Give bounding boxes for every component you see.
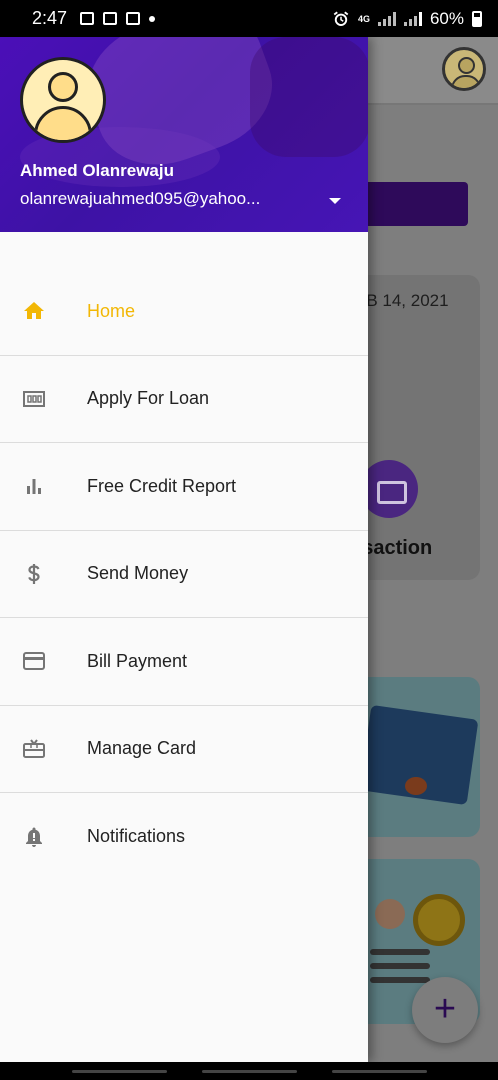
- money-icon: [23, 390, 45, 407]
- system-navigation-bar: [0, 1062, 498, 1080]
- background-date: EB 14, 2021: [355, 291, 449, 310]
- drawer-menu: Home Apply For Loan Free Credit Report S…: [0, 268, 368, 881]
- tv-notification-icon: [126, 12, 141, 25]
- nav-recent-button[interactable]: [72, 1070, 167, 1073]
- network-type: 4G: [357, 13, 370, 24]
- battery-icon: [472, 10, 482, 27]
- menu-item-label: Apply For Loan: [87, 388, 210, 409]
- person-illustration-icon: [375, 899, 405, 929]
- background-avatar-icon: [442, 47, 486, 91]
- alarm-icon: [333, 11, 349, 26]
- menu-item-label: Notifications: [87, 826, 186, 847]
- bar-chart-icon: [27, 479, 41, 495]
- menu-item-bill-payment[interactable]: Bill Payment: [0, 618, 368, 706]
- home-icon: [24, 302, 44, 320]
- header-background-image: [250, 37, 368, 157]
- text-line-decoration: [370, 977, 430, 983]
- menu-item-label: Home: [87, 300, 136, 321]
- menu-item-label: Send Money: [87, 563, 189, 584]
- menu-item-label: Free Credit Report: [87, 475, 237, 496]
- nav-home-button[interactable]: [202, 1070, 297, 1073]
- menu-item-label: Bill Payment: [87, 650, 188, 671]
- background-card-icon: [360, 460, 418, 518]
- menu-item-label: Manage Card: [87, 738, 197, 759]
- background-add-button: +: [412, 977, 478, 1043]
- status-left: 2:47: [32, 8, 156, 29]
- user-name: Ahmed Olanrewaju: [20, 161, 174, 180]
- menu-item-apply-for-loan[interactable]: Apply For Loan: [0, 356, 368, 443]
- menu-item-free-credit-report[interactable]: Free Credit Report: [0, 443, 368, 531]
- gallery-notification-icon: [80, 12, 95, 25]
- nav-back-button[interactable]: [332, 1070, 427, 1073]
- card-logo-icon: [405, 777, 427, 795]
- navigation-drawer: Ahmed Olanrewaju olanrewajuahmed095@yaho…: [0, 37, 368, 1062]
- account-dropdown-icon[interactable]: [324, 192, 348, 212]
- bell-icon: [26, 827, 42, 847]
- dollar-icon: [28, 563, 40, 584]
- signal-2-icon: [403, 11, 422, 26]
- avatar-body: [34, 106, 92, 140]
- battery-percent: 60%: [429, 8, 464, 28]
- menu-item-home[interactable]: Home: [0, 268, 368, 356]
- drawer-header: Ahmed Olanrewaju olanrewajuahmed095@yaho…: [0, 37, 368, 232]
- image-notification-icon: [103, 12, 118, 25]
- signal-icon: [377, 11, 396, 26]
- avatar-head: [48, 72, 78, 102]
- user-avatar-icon[interactable]: [20, 57, 106, 143]
- menu-item-notifications[interactable]: Notifications: [0, 793, 368, 881]
- status-time: 2:47: [32, 8, 68, 28]
- text-line-decoration: [370, 963, 430, 969]
- more-notifications-icon: [149, 15, 156, 22]
- card-giftcard-icon: [23, 739, 45, 758]
- user-email: olanrewajuahmed095@yahoo...: [20, 189, 261, 208]
- credit-card-icon: [23, 652, 45, 671]
- status-bar: 2:47 4G 60%: [0, 0, 498, 37]
- text-line-decoration: [370, 949, 430, 955]
- status-right: 4G 60%: [332, 9, 482, 29]
- menu-item-send-money[interactable]: Send Money: [0, 531, 368, 618]
- coin-illustration-icon: [413, 894, 465, 946]
- menu-item-manage-card[interactable]: Manage Card: [0, 706, 368, 793]
